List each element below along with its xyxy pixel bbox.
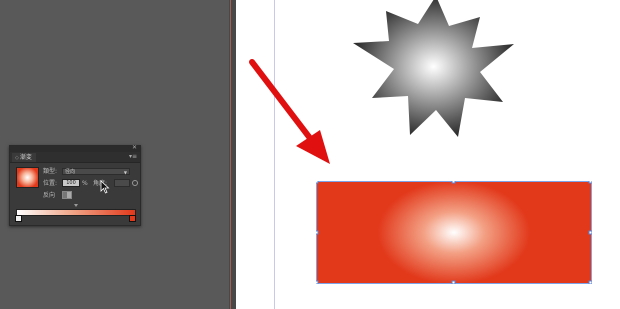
star-polygon[interactable] <box>353 0 514 137</box>
star-shape[interactable] <box>348 0 518 140</box>
tab-gradient-label: 漸変 <box>19 154 32 161</box>
close-icon[interactable]: ✕ <box>132 144 137 152</box>
reverse-gradient-icon[interactable] <box>62 191 72 199</box>
selection-handle[interactable] <box>588 181 592 184</box>
bleed-guide <box>230 0 231 309</box>
position-label: 位置: <box>43 180 58 187</box>
selection-handle[interactable] <box>588 280 592 284</box>
angle-dial-icon[interactable] <box>132 180 138 186</box>
gradient-panel[interactable]: ✕ ◇漸変 ▾≡ 類型: 径向 ▼ 位置: 100 % 角度: 反向 <box>9 144 141 226</box>
reverse-label: 反向 <box>43 192 56 199</box>
collapse-icon[interactable]: ◇ <box>15 155 19 161</box>
panel-menu-icon[interactable]: ▾≡ <box>129 153 137 161</box>
gradient-swatch-icon[interactable] <box>16 167 39 188</box>
selection-handle[interactable] <box>588 230 592 235</box>
selection-handle[interactable] <box>316 280 319 284</box>
position-field[interactable]: 100 <box>62 179 80 187</box>
position-unit: % <box>82 180 88 187</box>
type-select[interactable]: 径向 ▼ <box>62 168 130 175</box>
panel-tabbar: ◇漸変 ▾≡ <box>10 152 140 163</box>
selection-handle[interactable] <box>451 280 456 284</box>
gradient-slider[interactable] <box>16 209 136 216</box>
selection-handle[interactable] <box>451 181 456 184</box>
type-select-value: 径向 <box>65 169 76 175</box>
gradient-rectangle[interactable] <box>316 181 592 284</box>
type-label: 類型: <box>43 168 58 175</box>
rectangle-fill[interactable] <box>316 181 592 284</box>
color-stop-start[interactable] <box>15 215 22 222</box>
color-stop-end[interactable] <box>129 215 136 222</box>
chevron-down-icon: ▼ <box>123 170 127 175</box>
mouse-cursor-icon <box>100 180 110 194</box>
annotation-arrow-icon <box>249 59 330 164</box>
selection-handle[interactable] <box>316 230 319 235</box>
gradient-midpoint-handle[interactable] <box>74 204 78 207</box>
tab-gradient[interactable]: ◇漸変 <box>12 153 36 162</box>
angle-field[interactable] <box>114 179 130 187</box>
selection-handle[interactable] <box>316 181 319 184</box>
